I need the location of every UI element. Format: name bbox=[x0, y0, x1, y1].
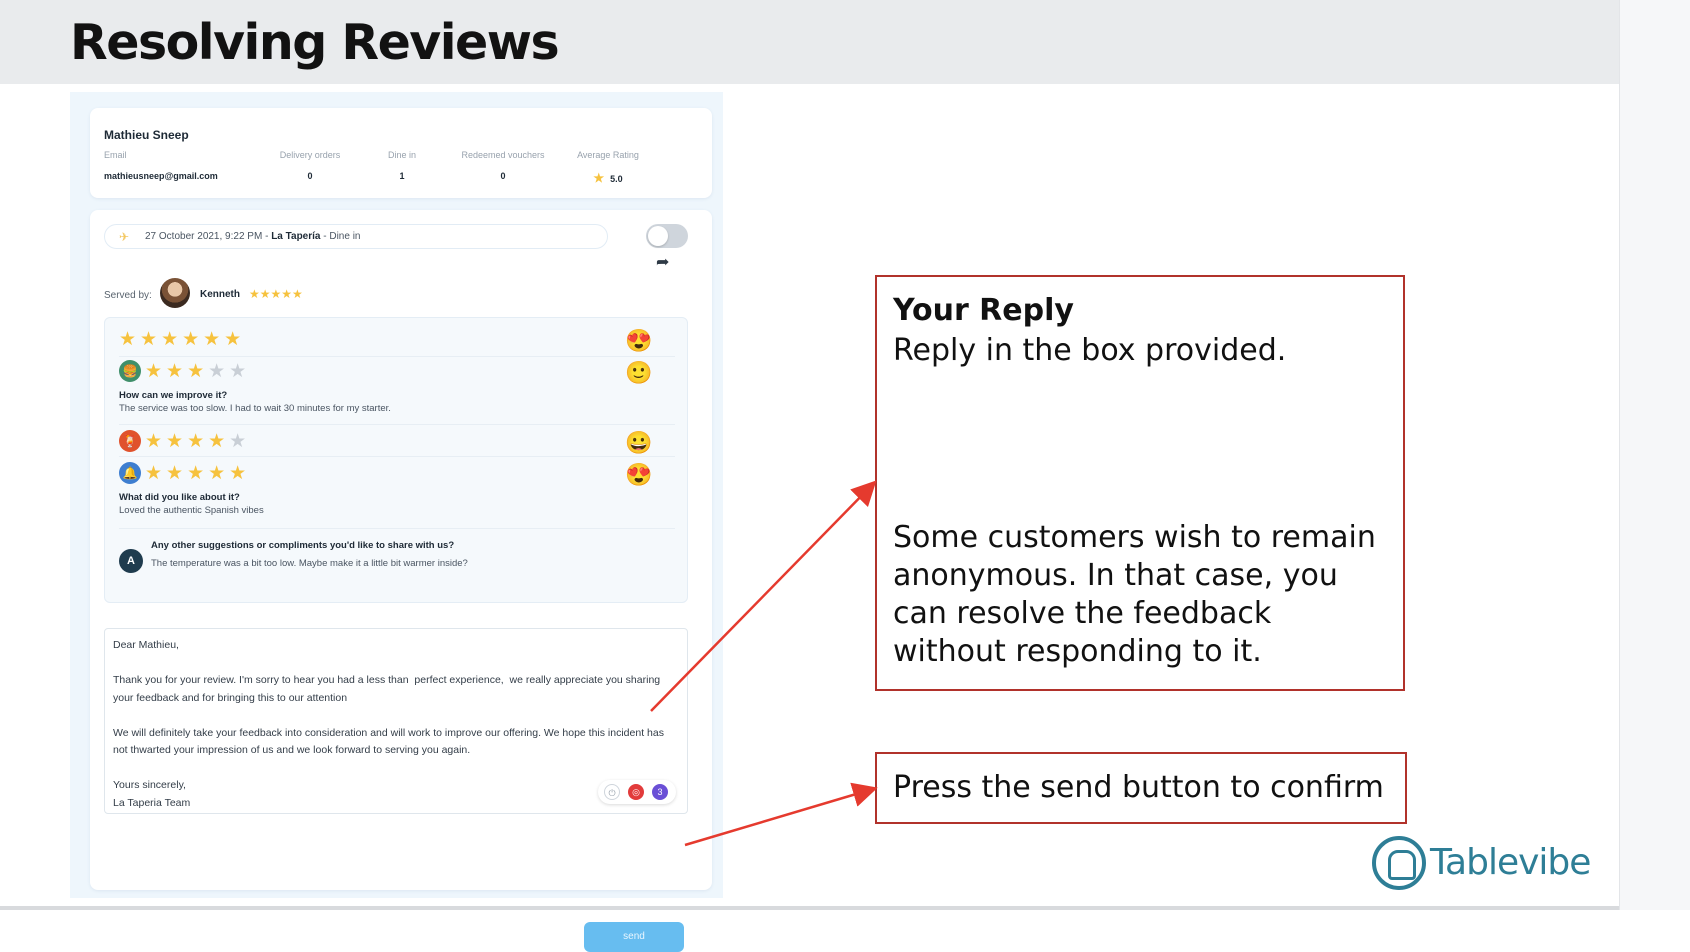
waiter-stars: ★★★★★ bbox=[249, 287, 303, 301]
delivery-label: Delivery orders bbox=[279, 150, 341, 160]
review-card: ✈ 27 October 2021, 9:22 PM - La Tapería … bbox=[90, 210, 712, 952]
vouchers-value: 0 bbox=[500, 171, 506, 181]
customer-profile-card: Mathieu Sneep Email mathieusneep@gmail.c… bbox=[90, 108, 712, 198]
slide: Resolving Reviews Mathieu Sneep Email ma… bbox=[0, 0, 1619, 952]
answer-suggestions: The temperature was a bit too low. Maybe… bbox=[151, 558, 468, 569]
ambience-icon: 🔔 bbox=[119, 462, 141, 484]
average-rating-value: ★ 5.0 bbox=[593, 171, 623, 185]
email-value: mathieusneep@gmail.com bbox=[104, 171, 218, 181]
star-icon: ★ bbox=[593, 171, 605, 185]
slide-title: Resolving Reviews bbox=[70, 14, 560, 71]
brand-name: Tablevibe bbox=[1430, 842, 1591, 883]
plane-icon: ✈ bbox=[119, 230, 130, 244]
send-callout: Press the send button to confirm bbox=[875, 752, 1407, 824]
answer-improve: The service was too slow. I had to wait … bbox=[119, 403, 391, 414]
reply-callout-subtitle: Reply in the box provided. bbox=[893, 333, 1287, 368]
served-by-label: Served by: bbox=[104, 290, 152, 301]
reply-callout-title: Your Reply bbox=[893, 293, 1074, 328]
neutral-emoji-icon: 🙂 bbox=[625, 360, 653, 385]
email-label: Email bbox=[104, 150, 127, 160]
divider bbox=[119, 528, 675, 529]
answer-like: Loved the authentic Spanish vibes bbox=[119, 505, 264, 516]
viewer-side-panel bbox=[1619, 0, 1690, 910]
delivery-value: 0 bbox=[307, 171, 313, 181]
visit-date: 27 October 2021, 9:22 PM - bbox=[145, 231, 272, 242]
dinein-value: 1 bbox=[399, 171, 405, 181]
reply-callout-body: Some customers wish to remain anonymous.… bbox=[893, 520, 1376, 669]
target-icon[interactable]: ◎ bbox=[628, 784, 644, 800]
question-like: What did you like about it? bbox=[119, 492, 240, 503]
divider bbox=[119, 456, 675, 457]
reply-tools: ⏻ ◎ 3 bbox=[598, 780, 676, 804]
heart-eyes-emoji-icon: 😍 bbox=[625, 328, 653, 353]
reply-callout: Your Reply Reply in the box provided. So… bbox=[875, 275, 1405, 691]
smile-emoji-icon: 😀 bbox=[625, 430, 653, 455]
anonymous-avatar: A bbox=[119, 549, 143, 573]
app-screenshot: Mathieu Sneep Email mathieusneep@gmail.c… bbox=[70, 92, 723, 952]
divider bbox=[119, 424, 675, 425]
chef-hat-icon bbox=[1372, 836, 1426, 890]
dinein-label: Dine in bbox=[387, 150, 416, 160]
waiter-avatar bbox=[160, 278, 190, 308]
visit-info-pill: ✈ 27 October 2021, 9:22 PM - La Tapería … bbox=[104, 224, 608, 249]
question-improve: How can we improve it? bbox=[119, 390, 228, 401]
vouchers-column: Redeemed vouchers 0 bbox=[448, 150, 558, 181]
average-rating-column: Average Rating ★ 5.0 bbox=[568, 150, 648, 185]
vouchers-label: Redeemed vouchers bbox=[461, 150, 545, 160]
rating-stars: ★★★★★ bbox=[145, 361, 251, 382]
visit-venue: La Tapería bbox=[271, 231, 321, 242]
food-icon: 🍔 bbox=[119, 360, 141, 382]
visit-type: - Dine in bbox=[320, 231, 361, 242]
resolve-toggle[interactable] bbox=[646, 224, 688, 248]
share-icon[interactable]: ➦ bbox=[656, 252, 669, 272]
rating-stars: ★★★★★★ bbox=[119, 329, 246, 350]
rating-stars: ★★★★★ bbox=[145, 463, 251, 484]
drink-icon: 🍹 bbox=[119, 430, 141, 452]
question-suggestions: Any other suggestions or compliments you… bbox=[151, 540, 455, 551]
send-callout-text: Press the send button to confirm bbox=[893, 770, 1384, 805]
customer-name: Mathieu Sneep bbox=[104, 128, 189, 142]
average-rating-label: Average Rating bbox=[577, 150, 639, 160]
rating-stars: ★★★★★ bbox=[145, 431, 251, 452]
waiter-name: Kenneth bbox=[200, 289, 240, 300]
toggle-knob bbox=[648, 226, 668, 246]
ratings-panel: ★★★★★★ 😍 🍔 ★★★★★ 🙂 How can we improve it… bbox=[104, 317, 688, 603]
email-column: Email mathieusneep@gmail.com bbox=[104, 150, 218, 181]
divider bbox=[119, 356, 675, 357]
delivery-column: Delivery orders 0 bbox=[265, 150, 355, 181]
dinein-column: Dine in 1 bbox=[372, 150, 432, 181]
tablevibe-logo: Tablevibe bbox=[1372, 836, 1600, 892]
power-icon[interactable]: ⏻ bbox=[604, 784, 620, 800]
send-button[interactable]: send bbox=[584, 922, 684, 952]
heart-eyes-emoji-icon: 😍 bbox=[625, 462, 653, 487]
badge-count[interactable]: 3 bbox=[652, 784, 668, 800]
slide-bottom-edge bbox=[0, 906, 1619, 910]
